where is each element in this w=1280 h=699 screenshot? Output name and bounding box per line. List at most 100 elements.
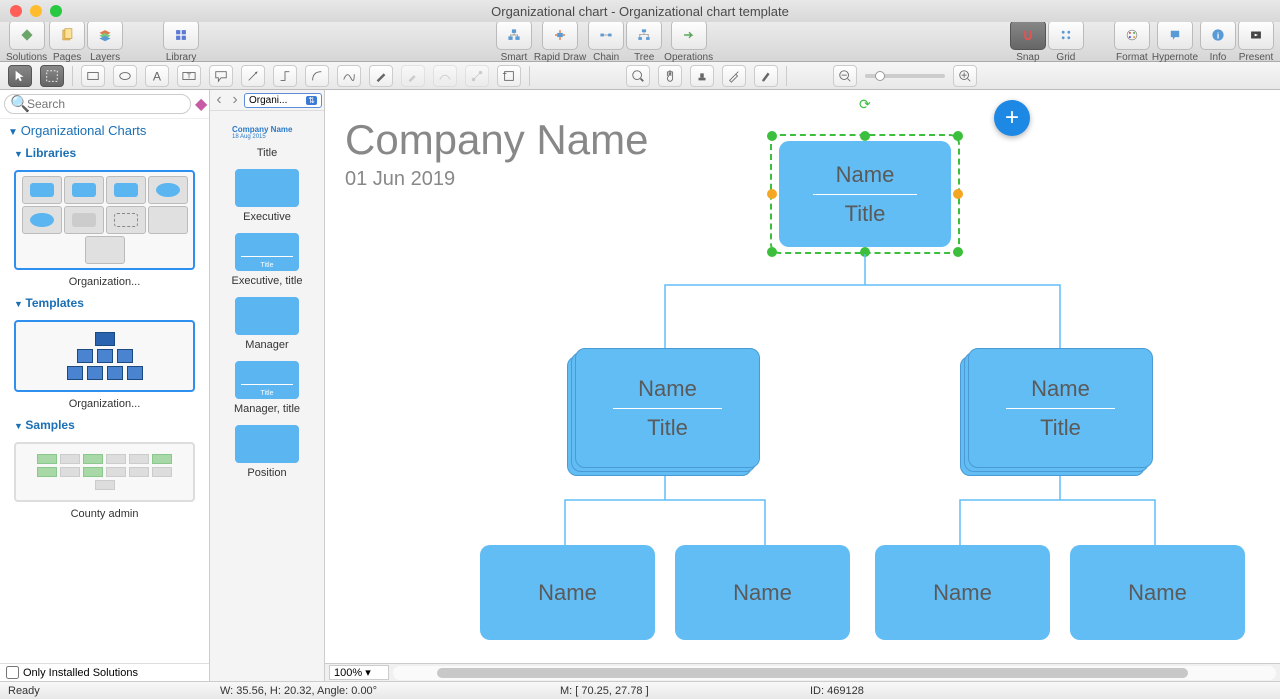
chain-button[interactable] [588, 20, 624, 50]
library-button[interactable] [163, 20, 199, 50]
grid-button[interactable] [1048, 20, 1084, 50]
pages-button[interactable] [49, 20, 85, 50]
node-title: Title [845, 201, 886, 227]
window-title: Organizational chart - Organizational ch… [0, 4, 1280, 19]
operations-label: Operations [664, 52, 713, 63]
node-name: Name [538, 580, 597, 606]
hypernote-label: Hypernote [1152, 52, 1198, 63]
rapid-draw-button[interactable] [542, 20, 578, 50]
refresh-icon[interactable]: ⟳ [859, 96, 871, 113]
window-titlebar: Organizational chart - Organizational ch… [0, 0, 1280, 22]
bezier-tool[interactable] [433, 65, 457, 87]
layers-label: Layers [90, 52, 120, 63]
picker-tool[interactable] [722, 65, 746, 87]
shape-manager-title[interactable]: TitleManager, title [216, 361, 318, 415]
org-node-leaf-2[interactable]: Name [675, 545, 850, 640]
pointer-tool[interactable] [8, 65, 32, 87]
hand-tool[interactable] [658, 65, 682, 87]
shapes-library-selector[interactable]: Organi...⇅ [244, 93, 322, 108]
org-node-leaf-4[interactable]: Name [1070, 545, 1245, 640]
shape-position[interactable]: Position [216, 425, 318, 479]
subsection-templates[interactable]: Templates [0, 292, 209, 314]
marquee-tool[interactable] [40, 65, 64, 87]
search-icon: 🔍 [10, 94, 30, 114]
spline-tool[interactable] [337, 65, 361, 87]
zoom-out-button[interactable] [833, 65, 857, 87]
svg-text:i: i [1217, 31, 1219, 41]
shapes-back-button[interactable]: ‹ [212, 92, 226, 108]
format-button[interactable] [1114, 20, 1150, 50]
layers-button[interactable] [87, 20, 123, 50]
add-node-button[interactable]: + [994, 100, 1030, 136]
solutions-home-icon[interactable]: ◆ [195, 94, 207, 114]
zoom-tool[interactable] [626, 65, 650, 87]
canvas-company-title[interactable]: Company Name [345, 116, 648, 164]
subsection-libraries[interactable]: Libraries [0, 142, 209, 164]
shape-executive-title[interactable]: TitleExecutive, title [216, 233, 318, 287]
info-label: Info [1210, 52, 1227, 63]
tree-button[interactable] [626, 20, 662, 50]
org-node-leaf-3[interactable]: Name [875, 545, 1050, 640]
main-toolbar: Solutions Pages Layers Library Smart Rap… [0, 22, 1280, 62]
horizontal-scrollbar[interactable] [393, 666, 1276, 680]
section-organizational-charts[interactable]: Organizational Charts [0, 119, 209, 142]
smart-button[interactable] [496, 20, 532, 50]
edit-points-tool[interactable] [465, 65, 489, 87]
template-thumbnail[interactable] [14, 320, 195, 392]
zoom-in-button[interactable] [953, 65, 977, 87]
org-node-leaf-1[interactable]: Name [480, 545, 655, 640]
present-button[interactable] [1238, 20, 1274, 50]
operations-button[interactable] [671, 20, 707, 50]
status-bar: Ready W: 35.56, H: 20.32, Angle: 0.00° M… [0, 681, 1280, 699]
callout-tool[interactable] [209, 65, 233, 87]
canvas-date[interactable]: 01 Jun 2019 [345, 168, 455, 191]
hypernote-button[interactable] [1157, 20, 1193, 50]
node-name: Name [638, 376, 697, 402]
canvas[interactable]: Company Name 01 Jun 2019 ⟳ Name Title + [325, 90, 1280, 681]
node-name: Name [1031, 376, 1090, 402]
status-id: ID: 469128 [810, 685, 864, 697]
svg-text:T: T [187, 73, 192, 80]
org-node-manager-1[interactable]: Name Title [575, 348, 760, 468]
solutions-button[interactable] [9, 20, 45, 50]
stamp-tool[interactable] [690, 65, 714, 87]
node-title: Title [1040, 415, 1081, 441]
shape-executive[interactable]: Executive [216, 169, 318, 223]
node-name: Name [1128, 580, 1187, 606]
library-thumbnail[interactable] [14, 170, 195, 270]
sample-thumbnail[interactable] [14, 442, 195, 502]
shape-title[interactable]: Company Name18 Aug 2015Title [216, 117, 318, 159]
arc-tool[interactable] [305, 65, 329, 87]
search-input[interactable] [4, 94, 191, 114]
solutions-panel: 🔍 ◆ Organizational Charts Libraries Orga… [0, 90, 210, 681]
template-thumb-label: Organization... [0, 398, 209, 410]
solutions-label: Solutions [6, 52, 47, 63]
shapes-forward-button[interactable]: › [228, 92, 242, 108]
shape-manager[interactable]: Manager [216, 297, 318, 351]
text-tool[interactable]: A [145, 65, 169, 87]
snap-button[interactable] [1010, 20, 1046, 50]
brush-tool[interactable] [754, 65, 778, 87]
tree-label: Tree [634, 52, 654, 63]
subsection-samples[interactable]: Samples [0, 414, 209, 436]
status-mouse: M: [ 70.25, 27.78 ] [560, 685, 649, 697]
rectangle-tool[interactable] [81, 65, 105, 87]
crop-tool[interactable] [497, 65, 521, 87]
only-installed-checkbox[interactable]: Only Installed Solutions [0, 663, 209, 681]
chain-label: Chain [593, 52, 619, 63]
shapes-panel: ‹ › Organi...⇅ Company Name18 Aug 2015Ti… [210, 90, 325, 681]
connector-tool[interactable] [273, 65, 297, 87]
eyedropper-tool[interactable] [401, 65, 425, 87]
zoom-combo[interactable]: 100% ▾ [329, 665, 389, 680]
zoom-slider[interactable] [865, 74, 945, 78]
status-ready: Ready [8, 685, 40, 697]
ellipse-tool[interactable] [113, 65, 137, 87]
org-node-root[interactable]: Name Title [779, 141, 951, 247]
pen-tool[interactable] [369, 65, 393, 87]
line-tool[interactable] [241, 65, 265, 87]
pages-label: Pages [53, 52, 81, 63]
textbox-tool[interactable]: T [177, 65, 201, 87]
smart-label: Smart [501, 52, 528, 63]
info-button[interactable]: i [1200, 20, 1236, 50]
org-node-manager-2[interactable]: Name Title [968, 348, 1153, 468]
